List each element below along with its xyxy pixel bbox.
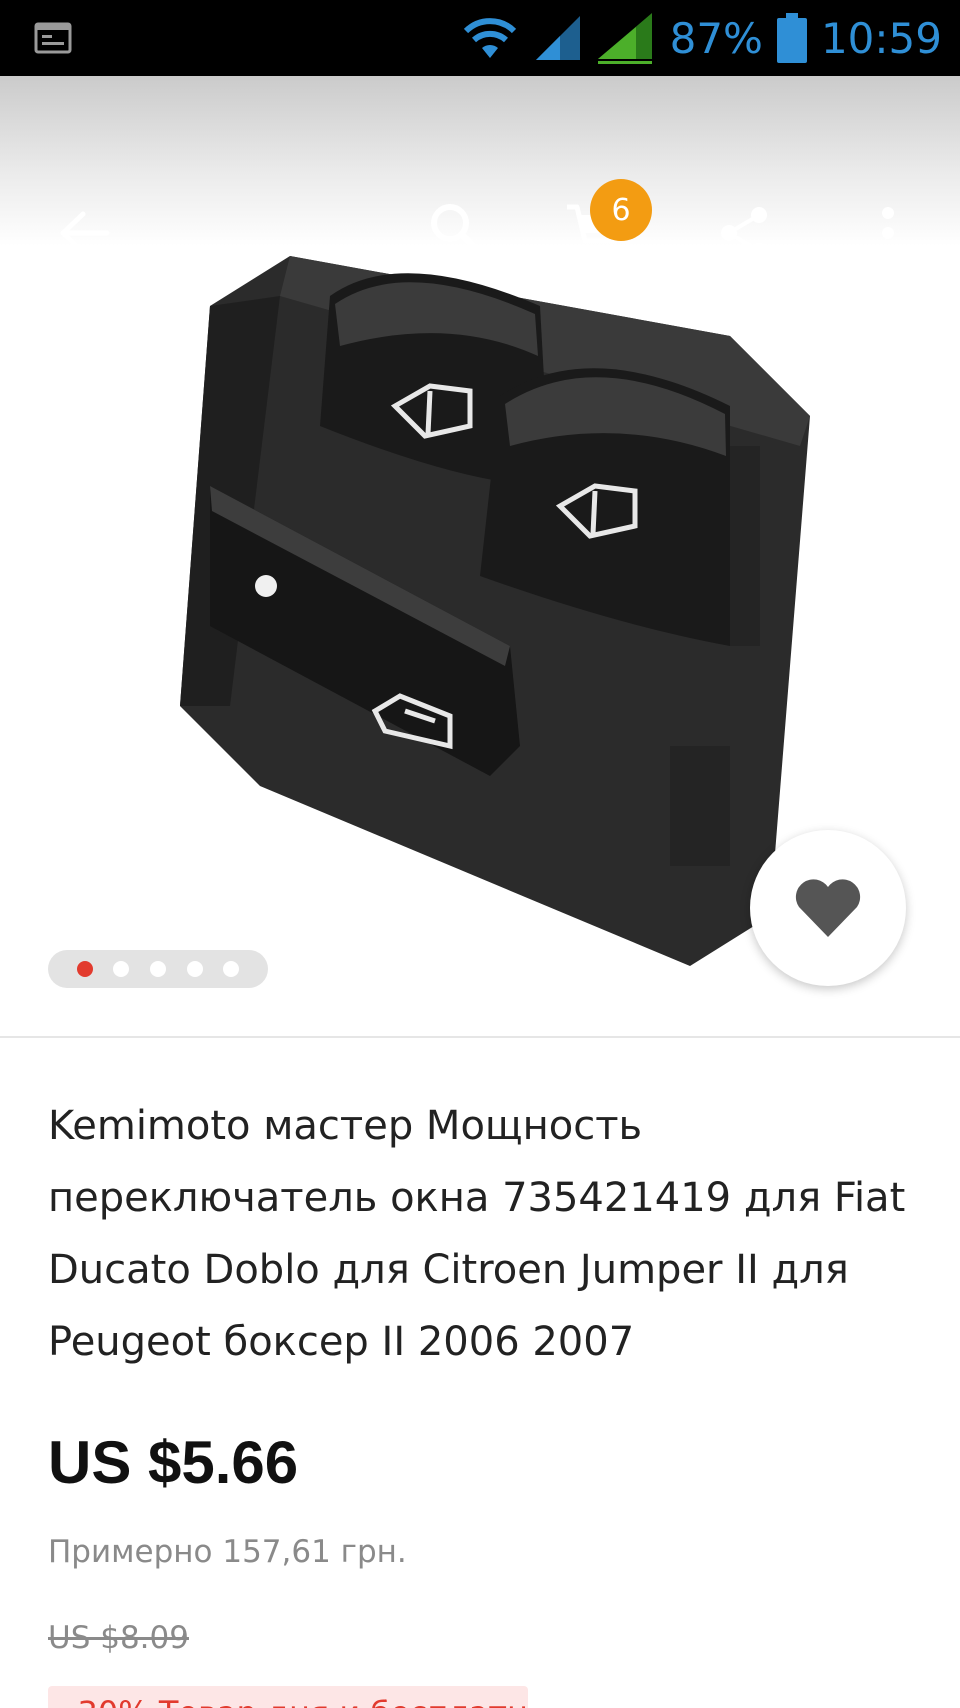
pager-dot[interactable]: [113, 961, 130, 977]
back-button[interactable]: [48, 197, 120, 269]
signal-icon-1: [535, 16, 580, 60]
pager-dot[interactable]: [149, 961, 166, 977]
share-button[interactable]: [708, 197, 780, 269]
promo-banner[interactable]: -30% Товар дня и бесплатная: [48, 1686, 528, 1708]
heart-icon: [795, 879, 861, 937]
search-button[interactable]: [420, 193, 492, 265]
product-price: US $5.66: [48, 1429, 299, 1496]
back-arrow-icon: [60, 211, 110, 255]
more-vert-icon: [882, 207, 894, 259]
more-button[interactable]: [852, 197, 924, 269]
pager-dot[interactable]: [186, 961, 203, 977]
product-title: Kemimoto мастер Мощность переключатель о…: [48, 1103, 906, 1365]
approx-price: Примерно 157,61 грн.: [48, 1534, 407, 1570]
battery-icon: [776, 13, 807, 63]
divider: [0, 1036, 960, 1038]
favorite-button[interactable]: [750, 830, 906, 986]
old-price: US $8.09: [48, 1620, 189, 1656]
gallery-pager[interactable]: [48, 950, 268, 988]
pager-dot[interactable]: [223, 961, 240, 977]
share-icon: [721, 207, 767, 259]
clock: 10:59: [820, 13, 942, 63]
battery-percent: 87%: [669, 13, 763, 63]
search-icon: [431, 204, 484, 257]
pager-dot[interactable]: [76, 961, 93, 977]
cart-count-badge: 6: [590, 179, 652, 241]
wifi-icon: [463, 18, 516, 58]
notification-icon: [34, 22, 72, 54]
status-bar: 87% 10:59: [0, 0, 960, 76]
signal-icon-2: [597, 13, 652, 64]
